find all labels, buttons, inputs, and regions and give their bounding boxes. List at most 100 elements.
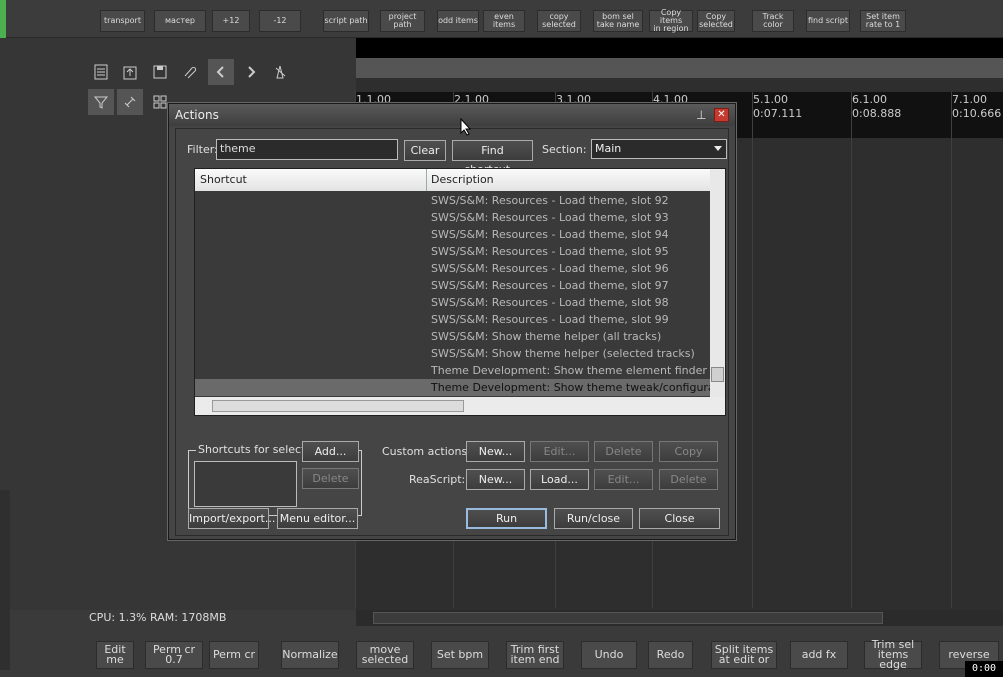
table-row[interactable]: SWS/S&M: Resources - Load theme, slot 98	[195, 294, 710, 311]
link-icon[interactable]	[117, 89, 143, 115]
custom-edit-button[interactable]: Edit...	[530, 441, 589, 462]
custom-delete-button[interactable]: Delete	[594, 441, 653, 462]
list-vscroll-thumb[interactable]	[711, 367, 724, 382]
find-shortcut-button[interactable]: Find shortcut...	[452, 140, 533, 176]
dialog-titlebar[interactable]: Actions	[169, 104, 735, 126]
ruler-time-label: 0:07.111	[753, 107, 803, 120]
bottom-button[interactable]: Redo	[648, 641, 693, 669]
bottom-button[interactable]: Trim sel items edge	[864, 639, 922, 670]
add-shortcut-button[interactable]: Add...	[302, 441, 359, 462]
ruler-time-label: 0:10.666	[952, 107, 1002, 120]
reascript-delete-button[interactable]: Delete	[659, 469, 718, 490]
grid-line	[951, 92, 952, 608]
paperclip-icon[interactable]	[176, 59, 202, 85]
actions-list[interactable]: Shortcut Description SWS/S&M: Resources …	[194, 168, 726, 416]
row-description: SWS/S&M: Resources - Load theme, slot 98	[431, 296, 669, 309]
dialog-title: Actions	[175, 108, 219, 122]
toolbar-button[interactable]: Copy selected	[697, 10, 735, 32]
bottom-button[interactable]: Set bpm	[431, 641, 489, 669]
row-description: SWS/S&M: Resources - Load theme, slot 92	[431, 194, 669, 207]
arrange-hscroll-thumb[interactable]	[373, 612, 883, 624]
col-shortcut[interactable]: Shortcut	[200, 169, 247, 191]
undo-icon[interactable]	[208, 59, 234, 85]
filter-input[interactable]: theme	[216, 139, 398, 160]
toolbar-button[interactable]: bom sel take name	[593, 10, 643, 32]
bottom-button[interactable]: Trim first item end	[506, 641, 564, 669]
section-label: Section:	[542, 143, 587, 156]
section-select[interactable]: Main	[591, 139, 727, 159]
row-description: SWS/S&M: Resources - Load theme, slot 99	[431, 313, 669, 326]
clear-button[interactable]: Clear	[404, 140, 446, 161]
docker-tabs[interactable]	[0, 490, 10, 670]
reascript-edit-button[interactable]: Edit...	[594, 469, 653, 490]
toolbar-button[interactable]: -12	[259, 10, 301, 32]
row-description: SWS/S&M: Show theme helper (all tracks)	[431, 330, 662, 343]
save-icon[interactable]	[147, 59, 173, 85]
table-row[interactable]: SWS/S&M: Resources - Load theme, slot 93	[195, 209, 710, 226]
toolbar-button[interactable]: copy selected	[537, 10, 581, 32]
metronome-icon[interactable]	[267, 59, 293, 85]
toolbar-button[interactable]: odd items	[437, 10, 479, 32]
bottom-button[interactable]: Normalize	[281, 641, 339, 669]
table-row[interactable]: SWS/S&M: Resources - Load theme, slot 94	[195, 226, 710, 243]
shortcuts-list[interactable]	[194, 461, 297, 507]
reascript-new-button[interactable]: New...	[466, 469, 525, 490]
ruler-bar-label: 7.1.00	[952, 93, 987, 106]
toolbar-button[interactable]: transport	[100, 10, 145, 32]
row-description: SWS/S&M: Resources - Load theme, slot 97	[431, 279, 669, 292]
toolbar-button[interactable]: find script	[806, 10, 850, 32]
toolbar-button[interactable]: project path	[380, 10, 425, 32]
bottom-button[interactable]: Undo	[581, 641, 637, 669]
cursor-icon	[460, 118, 472, 136]
toolbar-button[interactable]: even items	[483, 10, 525, 32]
run-button[interactable]: Run	[466, 508, 547, 529]
redo-icon[interactable]	[238, 59, 264, 85]
run-close-button[interactable]: Run/close	[554, 508, 633, 529]
bottom-button[interactable]: Edit me	[96, 641, 134, 669]
dialog-body: Filter: theme Clear Find shortcut... Sec…	[175, 128, 729, 536]
table-row[interactable]: SWS/S&M: Resources - Load theme, slot 96	[195, 260, 710, 277]
bottom-button[interactable]: Perm cr 0.7	[145, 641, 203, 669]
col-description[interactable]: Description	[431, 169, 494, 191]
open-icon[interactable]	[117, 59, 143, 85]
row-description: Theme Development: Show theme tweak/conf…	[431, 381, 710, 394]
list-hscroll-thumb[interactable]	[212, 400, 464, 412]
bottom-button[interactable]: move selected	[356, 641, 414, 669]
custom-copy-button[interactable]: Copy	[659, 441, 718, 462]
table-row[interactable]: SWS/S&M: Resources - Load theme, slot 97	[195, 277, 710, 294]
row-description: SWS/S&M: Resources - Load theme, slot 93	[431, 211, 669, 224]
delete-shortcut-button[interactable]: Delete	[302, 468, 359, 489]
bottom-button[interactable]: Perm cr	[209, 641, 259, 669]
table-row[interactable]: SWS/S&M: Show theme helper (selected tra…	[195, 345, 710, 362]
bottom-button[interactable]: add fx	[790, 641, 848, 669]
close-icon[interactable]: ✕	[714, 108, 729, 122]
table-row[interactable]: SWS/S&M: Resources - Load theme, slot 99	[195, 311, 710, 328]
table-row[interactable]: SWS/S&M: Resources - Load theme, slot 92	[195, 192, 710, 209]
close-button[interactable]: Close	[639, 508, 720, 529]
bottom-button[interactable]: Split items at edit or	[711, 641, 777, 669]
toolbar-button[interactable]: мастер	[154, 10, 206, 32]
toolbar-button[interactable]: +12	[212, 10, 250, 32]
list-rows: SWS/S&M: Resources - Load theme, slot 92…	[195, 191, 710, 397]
ruler-bar-label: 5.1.00	[753, 93, 788, 106]
grid-line	[851, 92, 852, 608]
table-row[interactable]: SWS/S&M: Show theme helper (all tracks)	[195, 328, 710, 345]
custom-new-button[interactable]: New...	[466, 441, 525, 462]
filter-icon[interactable]	[88, 89, 114, 115]
toolbar-button[interactable]: script path	[323, 10, 369, 32]
custom-actions-label: Custom actions:	[382, 445, 471, 458]
toolbar-button[interactable]: Copy items in region	[649, 9, 693, 33]
table-row[interactable]: Theme Development: Show theme tweak/conf…	[195, 379, 710, 396]
file-icon[interactable]	[88, 59, 114, 85]
reascript-load-button[interactable]: Load...	[530, 469, 589, 490]
table-row[interactable]: Theme Development: Show theme element fi…	[195, 362, 710, 379]
menu-editor-button[interactable]: Menu editor...	[277, 508, 358, 529]
toolbar-button[interactable]: Track color	[752, 10, 794, 32]
import-export-button[interactable]: Import/export...	[188, 508, 275, 529]
pin-icon[interactable]: ⊥	[696, 108, 708, 122]
toolbar-button[interactable]: Set item rate to 1	[860, 10, 906, 32]
list-vscroll[interactable]	[710, 169, 725, 397]
column-divider[interactable]	[426, 169, 427, 191]
table-row[interactable]: SWS/S&M: Resources - Load theme, slot 95	[195, 243, 710, 260]
arrange-header	[356, 38, 1003, 58]
